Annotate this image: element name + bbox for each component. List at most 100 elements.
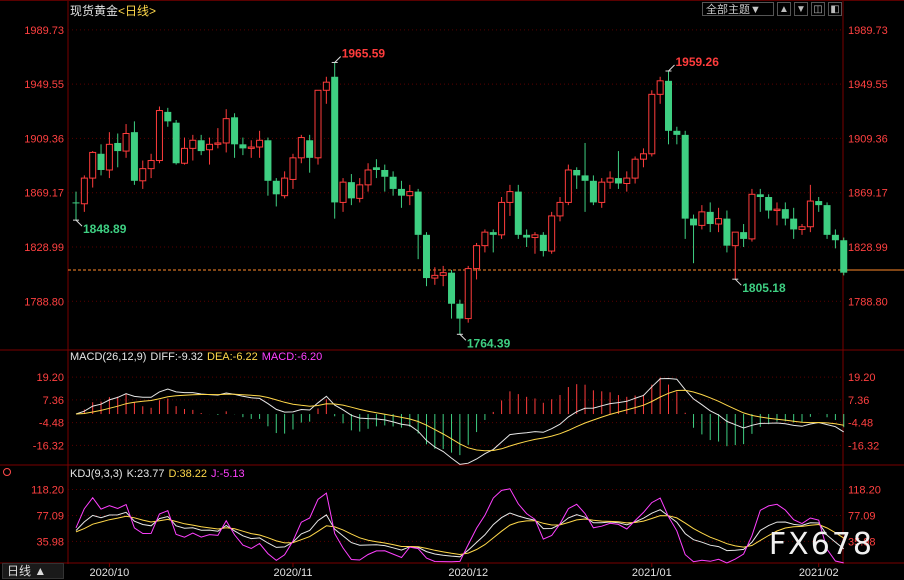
- date-tick-label: 2021/01: [632, 567, 672, 579]
- candle-body: [681, 134, 689, 219]
- candle-body: [422, 234, 430, 279]
- candle-body: [648, 93, 656, 155]
- candle-body: [706, 211, 714, 225]
- candle-body: [164, 111, 172, 122]
- candle-body: [97, 153, 105, 170]
- macd-tick-left: 19.20: [36, 372, 64, 384]
- extreme-label: 1965.59: [342, 46, 386, 60]
- candle-body: [139, 168, 147, 182]
- candle-body: [790, 218, 798, 230]
- candle-body: [514, 191, 522, 235]
- candle-body: [581, 175, 589, 181]
- macd-legend: MACD(26,12,9) DIFF:-9.32 DEA:-6.22 MACD:-6.…: [70, 351, 326, 363]
- candle-body: [222, 118, 230, 144]
- candle-body: [489, 232, 497, 235]
- candle-body: [614, 178, 622, 184]
- candle-body: [406, 191, 414, 197]
- candle-body: [664, 80, 672, 131]
- macd-legend-diff: DIFF:-9.32: [150, 351, 203, 363]
- extreme-pointer: [75, 219, 83, 227]
- kdj-j-line: [75, 488, 844, 564]
- candle-body: [448, 272, 456, 304]
- chart-canvas[interactable]: 1989.73 1989.73 1949.55 1949.55 1909.36 1909.…: [0, 0, 904, 580]
- candle-body: [690, 218, 698, 226]
- price-tick-right: 1949.55: [848, 79, 888, 91]
- candle-body: [289, 157, 297, 180]
- macd-tick-left: 7.36: [43, 395, 64, 407]
- candle-body: [556, 201, 564, 217]
- kdj-tick-left: 35.98: [36, 536, 64, 548]
- candle-body: [206, 143, 214, 151]
- date-tick-label: 2020/11: [273, 567, 312, 579]
- candle-body: [322, 81, 330, 91]
- candle-body: [272, 180, 280, 195]
- candle-body: [715, 218, 723, 225]
- candle-body: [631, 158, 639, 179]
- extreme-pointer: [459, 333, 467, 341]
- candle-body: [623, 177, 631, 184]
- candle-body: [731, 231, 739, 247]
- candle-body: [431, 274, 439, 279]
- scroll-down-button[interactable]: ▼: [794, 2, 808, 16]
- scroll-up-button[interactable]: ▲: [777, 2, 791, 16]
- price-tick-right: 1989.73: [848, 25, 888, 37]
- macd-legend-name: MACD(26,12,9): [70, 351, 147, 363]
- candle-body: [740, 232, 748, 239]
- candle-body: [72, 202, 80, 204]
- candle-body: [297, 137, 305, 159]
- macd-tick-left: -4.48: [39, 418, 64, 430]
- candle-body: [523, 234, 531, 238]
- macd-tick-right: 19.20: [848, 372, 876, 384]
- extreme-label: 1848.89: [83, 222, 127, 236]
- kdj-tick-left: 118.20: [31, 484, 64, 496]
- candle-body: [180, 147, 188, 164]
- candle-body: [531, 234, 539, 239]
- candle-body: [456, 303, 464, 319]
- candle-body: [806, 200, 814, 228]
- macd-legend-dea: DEA:-6.22: [207, 351, 258, 363]
- candle-body: [781, 209, 789, 219]
- fx678-watermark: FX678: [768, 527, 874, 562]
- kdj-settings-icon[interactable]: [3, 468, 11, 476]
- candle-body: [256, 139, 264, 148]
- candle-body: [172, 122, 180, 164]
- kdj-legend-name: KDJ(9,3,3): [70, 468, 123, 480]
- instrument-title: 现货黄金<日线>: [70, 2, 156, 19]
- price-tick-left: 1989.73: [24, 25, 64, 37]
- candle-body: [673, 130, 681, 135]
- candle-body: [815, 201, 823, 206]
- candle-body: [239, 144, 247, 149]
- price-tick-right: 1788.80: [848, 296, 888, 308]
- candle-body: [147, 160, 155, 170]
- candle-body: [748, 193, 756, 240]
- candle-body: [473, 245, 481, 270]
- chart-window: 1989.73 1989.73 1949.55 1949.55 1909.36 1909.…: [0, 0, 904, 580]
- candle-body: [89, 151, 97, 179]
- candle-body: [264, 140, 272, 181]
- kdj-legend-k: K:23.77: [126, 468, 165, 480]
- candle-body: [823, 205, 831, 235]
- theme-dropdown[interactable]: 全部主题▼: [702, 2, 774, 16]
- panel-button[interactable]: ◧: [828, 2, 842, 16]
- kdj-tick-left: 77.09: [36, 510, 64, 522]
- candle-body: [130, 132, 138, 181]
- price-tick-right: 1909.36: [848, 133, 888, 145]
- candle-body: [589, 180, 597, 203]
- kdj-legend-d: D:38.22: [168, 468, 208, 480]
- layout-button[interactable]: ◫: [811, 2, 825, 16]
- period-selector-button[interactable]: 日线 ▲: [2, 563, 64, 579]
- price-tick-right: 1828.99: [848, 242, 888, 254]
- candle-body: [765, 197, 773, 211]
- candle-body: [506, 191, 514, 203]
- candle-body: [356, 184, 364, 199]
- candle-body: [397, 188, 405, 196]
- candle-body: [798, 226, 806, 230]
- kdj-k-line: [75, 509, 845, 558]
- candle-body: [247, 146, 255, 149]
- price-tick-left: 1828.99: [24, 242, 64, 254]
- kdj-tick-right: 77.09: [848, 510, 876, 522]
- candle-body: [306, 140, 314, 158]
- candle-body: [364, 169, 372, 186]
- price-tick-left: 1909.36: [24, 133, 64, 145]
- candle-body: [698, 211, 706, 226]
